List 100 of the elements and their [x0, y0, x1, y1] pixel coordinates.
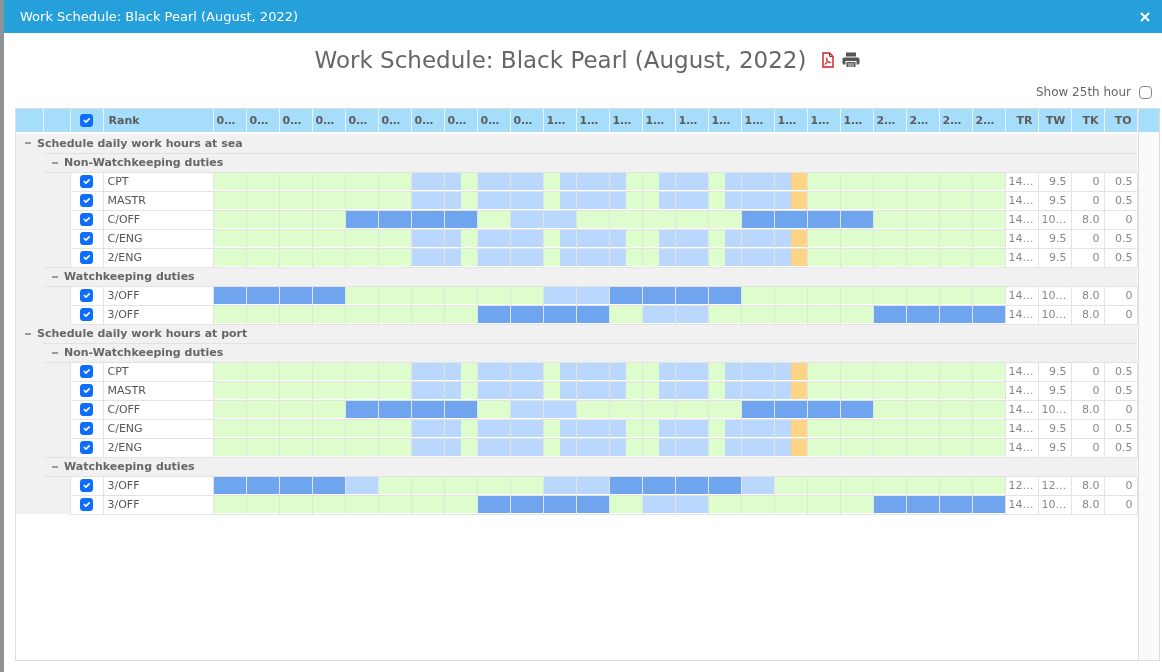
schedule-slot[interactable] — [675, 382, 708, 399]
schedule-slot[interactable] — [213, 306, 246, 323]
schedule-slot[interactable] — [840, 306, 873, 323]
schedule-slot[interactable] — [444, 496, 477, 513]
schedule-slot[interactable] — [675, 439, 708, 456]
column-header[interactable]: 0… — [279, 109, 312, 132]
schedule-slot[interactable] — [972, 420, 1005, 437]
schedule-slot[interactable] — [939, 420, 972, 437]
schedule-slot[interactable] — [576, 173, 609, 190]
schedule-slot[interactable] — [576, 192, 609, 209]
schedule-slot[interactable] — [246, 477, 279, 494]
row-checkbox[interactable] — [80, 403, 93, 416]
row-checkbox[interactable] — [80, 479, 93, 492]
schedule-slot[interactable] — [378, 401, 411, 418]
schedule-slot[interactable] — [510, 382, 543, 399]
schedule-slot[interactable] — [510, 420, 543, 437]
column-header[interactable]: TK — [1071, 109, 1104, 132]
schedule-slot[interactable] — [213, 477, 246, 494]
schedule-slot[interactable] — [345, 192, 378, 209]
schedule-slot[interactable] — [213, 420, 246, 437]
schedule-slot[interactable] — [246, 306, 279, 323]
schedule-slot[interactable] — [840, 173, 873, 190]
schedule-slot[interactable] — [609, 401, 642, 418]
row-checkbox[interactable] — [80, 289, 93, 302]
schedule-slot[interactable] — [510, 287, 543, 304]
schedule-slot[interactable] — [279, 439, 312, 456]
schedule-slot[interactable] — [939, 439, 972, 456]
schedule-slot[interactable] — [279, 306, 312, 323]
schedule-slot[interactable] — [807, 363, 840, 380]
schedule-slot[interactable] — [543, 401, 576, 418]
schedule-slot[interactable] — [675, 477, 708, 494]
column-header[interactable]: 0… — [477, 109, 510, 132]
schedule-slot[interactable] — [609, 287, 642, 304]
schedule-slot[interactable] — [675, 306, 708, 323]
schedule-slot[interactable] — [675, 211, 708, 228]
select-all-checkbox[interactable] — [80, 114, 93, 127]
schedule-slot[interactable] — [345, 306, 378, 323]
schedule-slot[interactable] — [741, 477, 774, 494]
schedule-slot[interactable] — [642, 306, 675, 323]
schedule-slot[interactable] — [576, 382, 609, 399]
schedule-slot[interactable] — [708, 496, 741, 513]
schedule-slot[interactable] — [246, 382, 279, 399]
schedule-slot[interactable] — [741, 192, 774, 209]
column-header[interactable]: 2… — [906, 109, 939, 132]
schedule-slot[interactable] — [213, 439, 246, 456]
row-checkbox[interactable] — [80, 498, 93, 511]
schedule-slot[interactable] — [312, 363, 345, 380]
schedule-slot[interactable] — [312, 382, 345, 399]
column-header[interactable]: TW — [1038, 109, 1071, 132]
schedule-slot[interactable] — [576, 420, 609, 437]
schedule-slot[interactable] — [312, 287, 345, 304]
row-checkbox[interactable] — [80, 384, 93, 397]
schedule-slot[interactable] — [906, 249, 939, 266]
schedule-slot[interactable] — [840, 382, 873, 399]
schedule-slot[interactable] — [246, 363, 279, 380]
schedule-slot[interactable] — [774, 287, 807, 304]
show-25th-hour-checkbox[interactable] — [1139, 85, 1152, 99]
schedule-slot[interactable] — [906, 496, 939, 513]
schedule-slot[interactable] — [378, 382, 411, 399]
schedule-slot[interactable] — [939, 496, 972, 513]
schedule-slot[interactable] — [510, 306, 543, 323]
schedule-slot[interactable] — [840, 496, 873, 513]
schedule-slot[interactable] — [345, 363, 378, 380]
schedule-slot[interactable] — [444, 287, 477, 304]
schedule-slot[interactable] — [279, 173, 312, 190]
schedule-slot[interactable] — [378, 496, 411, 513]
schedule-slot[interactable] — [741, 363, 774, 380]
schedule-slot[interactable] — [411, 496, 444, 513]
schedule-slot[interactable] — [345, 173, 378, 190]
schedule-slot[interactable] — [345, 439, 378, 456]
schedule-slot[interactable] — [345, 211, 378, 228]
schedule-slot[interactable] — [543, 306, 576, 323]
schedule-slot[interactable] — [939, 287, 972, 304]
schedule-slot[interactable] — [807, 287, 840, 304]
column-header[interactable]: 1… — [807, 109, 840, 132]
schedule-slot[interactable] — [444, 211, 477, 228]
schedule-slot[interactable] — [741, 439, 774, 456]
schedule-slot[interactable] — [246, 230, 279, 247]
schedule-slot[interactable] — [312, 477, 345, 494]
schedule-slot[interactable] — [576, 287, 609, 304]
schedule-slot[interactable] — [807, 420, 840, 437]
schedule-slot[interactable] — [411, 439, 444, 456]
schedule-slot[interactable] — [906, 382, 939, 399]
schedule-slot[interactable] — [279, 477, 312, 494]
schedule-slot[interactable] — [576, 439, 609, 456]
row-checkbox[interactable] — [80, 422, 93, 435]
schedule-slot[interactable] — [213, 382, 246, 399]
schedule-slot[interactable] — [708, 306, 741, 323]
schedule-slot[interactable] — [510, 477, 543, 494]
schedule-slot[interactable] — [675, 420, 708, 437]
schedule-slot[interactable] — [378, 211, 411, 228]
row-checkbox[interactable] — [80, 308, 93, 321]
schedule-slot[interactable] — [708, 287, 741, 304]
schedule-slot[interactable] — [345, 287, 378, 304]
schedule-slot[interactable] — [972, 401, 1005, 418]
schedule-slot[interactable] — [906, 306, 939, 323]
row-checkbox[interactable] — [80, 175, 93, 188]
schedule-slot[interactable] — [774, 211, 807, 228]
schedule-slot[interactable] — [675, 230, 708, 247]
schedule-slot[interactable] — [840, 230, 873, 247]
